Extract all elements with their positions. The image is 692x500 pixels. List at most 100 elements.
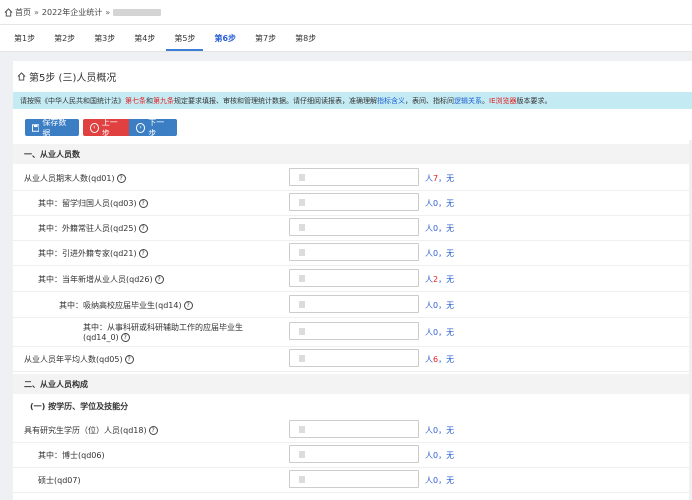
section-title: 二、从业人员构成 (24, 379, 88, 389)
form-row: 其中：引进外籍专家(qd21)? 人0，无 (13, 241, 692, 266)
save-button[interactable]: 保存数据 (25, 117, 79, 138)
form-row: 其中：外籍常驻人员(qd25)? 人0，无 (13, 216, 692, 241)
field-label: 从业人员期末人数(qd01)? (24, 173, 126, 184)
notice-bar: 请按照《中华人民共和国统计法》 第七条 和 第九条 规定要求填报、审核和管理统计… (13, 92, 692, 109)
question-circle-icon[interactable]: ? (124, 354, 134, 364)
breadcrumb-separator: » (34, 7, 39, 17)
question-circle-icon[interactable]: ? (183, 300, 193, 310)
toolbar: 保存数据 ‹ 上一步 › 下一步 (25, 117, 177, 138)
page-title: 第5步 (三)人员概况 (13, 61, 692, 91)
unit-hint: 人0，无 (425, 223, 455, 233)
form-row: 其中：博士(qd06) 人0，无 (13, 443, 692, 468)
unit-hint: 人0，无 (425, 475, 455, 485)
question-circle-icon[interactable]: ? (148, 425, 158, 435)
tab-step-7[interactable]: 第7步 (247, 33, 284, 51)
unit-hint: 人0，无 (425, 327, 455, 337)
field-label: 其中：博士(qd06) (38, 450, 105, 460)
redacted-value (299, 328, 305, 335)
notice-text: ，表间、指标间 (405, 96, 454, 105)
unit-hint: 人0，无 (425, 300, 455, 310)
unit-hint: 人0，无 (425, 450, 455, 460)
tab-step-2[interactable]: 第2步 (46, 33, 83, 51)
unit-hint: 人2，无 (425, 274, 455, 284)
field-label: 硕士(qd07) (38, 475, 81, 485)
notice-text: 请按照《中华人民共和国统计法》 (20, 96, 125, 105)
subsection-title: (一) 按学历、学位及技能分 (30, 401, 129, 411)
form-row: 从业人员期末人数(qd01)? 人7，无 (13, 166, 692, 191)
qd21-input[interactable] (289, 243, 419, 261)
redacted-value (299, 476, 305, 483)
tab-step-8[interactable]: 第8步 (287, 33, 324, 51)
qd26-input[interactable] (289, 269, 419, 287)
form-row: 其中：从事科研或科研辅助工作的应届毕业生 (qd14_0)? 人0，无 (13, 318, 692, 347)
page-title-text: 第5步 (三)人员概况 (29, 72, 117, 84)
unit-hint: 人7，无 (425, 173, 455, 183)
tab-step-5[interactable]: 第5步 (166, 33, 204, 51)
tab-step-6[interactable]: 第6步 (206, 33, 244, 51)
logic-relation-link[interactable]: 逻辑关系 (454, 96, 482, 106)
breadcrumb: 首页 » 2022年企业统计 » (0, 0, 692, 25)
breadcrumb-separator: » (105, 7, 111, 17)
home-icon (17, 71, 26, 81)
notice-text: 规定要求填报、审核和管理统计数据。请仔细阅读报表，准确理解 (174, 96, 377, 105)
qd18-input[interactable] (289, 420, 419, 438)
qd06-input[interactable] (289, 445, 419, 463)
redacted-value (299, 249, 305, 256)
qd14-input[interactable] (289, 295, 419, 313)
law-link-article9[interactable]: 第九条 (153, 96, 174, 106)
redacted-text (113, 8, 162, 16)
prev-button-label: 上一步 (101, 117, 118, 138)
question-circle-icon[interactable]: ? (154, 274, 164, 284)
save-button-label: 保存数据 (42, 117, 67, 138)
qd07-input[interactable] (289, 470, 419, 488)
question-circle-icon[interactable]: ? (138, 248, 148, 258)
redacted-value (299, 451, 305, 458)
question-circle-icon[interactable]: ? (120, 333, 130, 342)
qd14-0-input[interactable] (289, 322, 419, 340)
form-row: 具有研究生学历（位）人员(qd18)? 人0，无 (13, 418, 692, 443)
redacted-value (299, 174, 305, 181)
subsection-header: (一) 按学历、学位及技能分 (13, 396, 692, 416)
indicator-meaning-link[interactable]: 指标含义 (377, 96, 405, 106)
next-step-button[interactable]: › 下一步 (129, 118, 177, 138)
redacted-value (299, 301, 305, 308)
section-title: 一、从业人员数 (24, 149, 80, 159)
redacted-value (299, 355, 305, 362)
field-label: 其中：当年新增从业人员(qd26)? (38, 274, 164, 285)
field-label: 具有研究生学历（位）人员(qd18)? (24, 425, 158, 436)
form-row: 其中：吸纳高校应届毕业生(qd14)? 人0，无 (13, 293, 692, 318)
tab-step-1[interactable]: 第1步 (6, 33, 43, 51)
section-header: 二、从业人员构成 (13, 374, 692, 394)
question-circle-icon[interactable]: ? (138, 198, 148, 208)
redacted-value (299, 224, 305, 231)
section-header: 一、从业人员数 (13, 144, 692, 164)
breadcrumb-item[interactable]: 2022年企业统计 (42, 7, 102, 18)
question-circle-icon[interactable]: ? (116, 173, 126, 183)
notice-text: 。 (482, 96, 489, 105)
qd25-input[interactable] (289, 218, 419, 236)
ie-browser-link[interactable]: IE浏览器 (489, 96, 517, 106)
law-link-article7[interactable]: 第七条 (125, 96, 146, 106)
field-label: 其中：留学归国人员(qd03)? (38, 198, 148, 209)
tab-step-4[interactable]: 第4步 (126, 33, 163, 51)
redacted-value (299, 275, 305, 282)
qd01-input[interactable] (289, 168, 419, 186)
step-tabs: 第1步 第2步 第3步 第4步 第5步 第6步 第7步 第8步 (0, 25, 692, 52)
prev-step-button[interactable]: ‹ 上一步 (83, 117, 129, 138)
unit-hint: 人0，无 (425, 248, 455, 258)
form-row: 其中：当年新增从业人员(qd26)? 人2，无 (13, 267, 692, 292)
arrow-right-circle-icon: › (136, 122, 146, 133)
field-label: 其中：外籍常驻人员(qd25)? (38, 223, 148, 234)
redacted-value (299, 426, 305, 433)
breadcrumb-home[interactable]: 首页 (15, 7, 31, 18)
redacted-value (299, 199, 305, 206)
field-label: 其中：引进外籍专家(qd21)? (38, 248, 148, 259)
question-circle-icon[interactable]: ? (138, 223, 148, 233)
qd03-input[interactable] (289, 193, 419, 211)
field-label: 其中：吸纳高校应届毕业生(qd14)? (59, 300, 193, 311)
arrow-left-circle-icon: ‹ (90, 122, 99, 133)
qd05-input[interactable] (289, 349, 419, 367)
tab-step-3[interactable]: 第3步 (86, 33, 123, 51)
form-row: 从业人员年平均人数(qd05)? 人6，无 (13, 347, 692, 372)
home-icon[interactable] (4, 7, 13, 17)
